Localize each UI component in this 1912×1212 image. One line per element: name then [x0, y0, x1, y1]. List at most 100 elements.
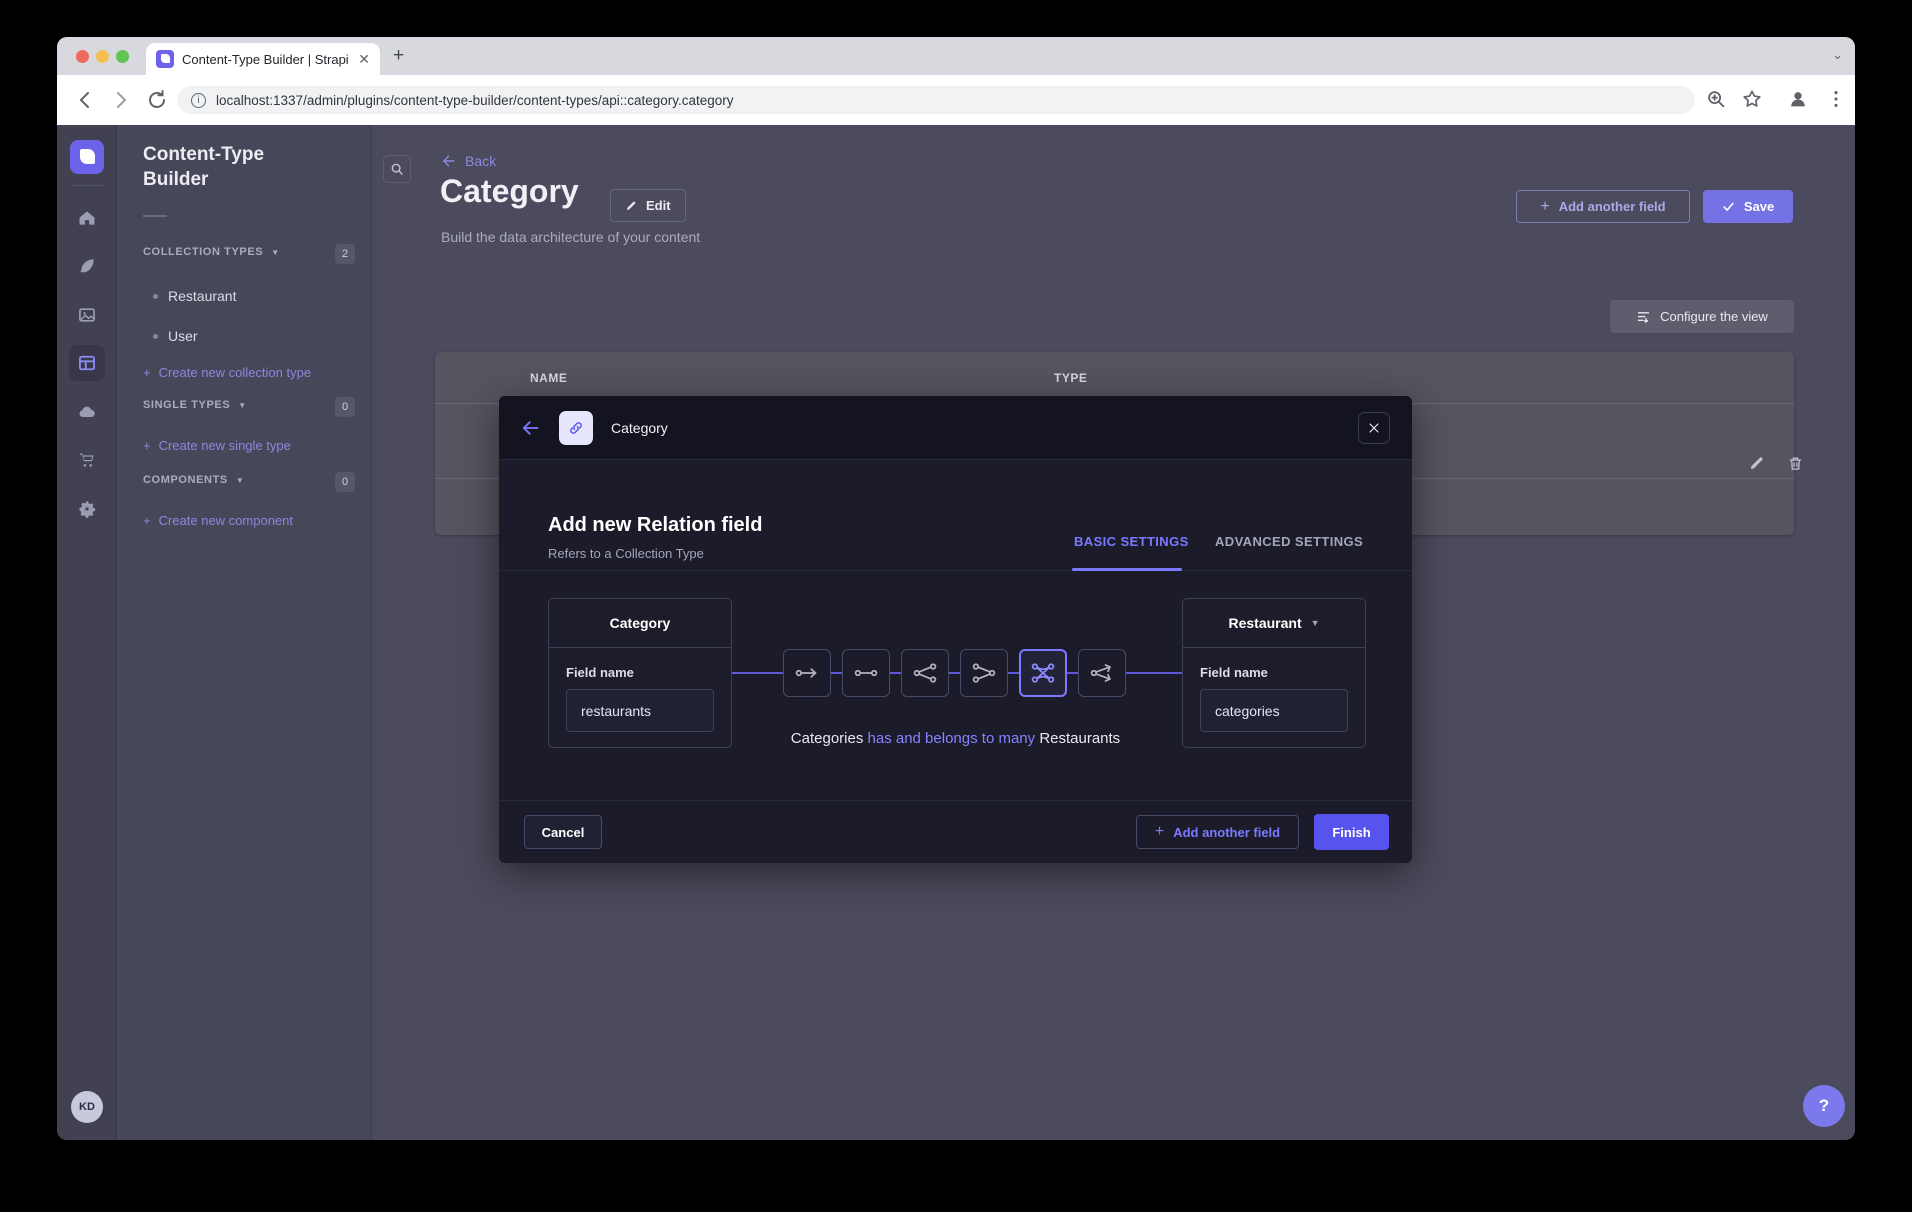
- plus-icon: +: [143, 365, 151, 380]
- section-components[interactable]: COMPONENTS ▼: [143, 474, 244, 486]
- edit-button[interactable]: Edit: [610, 189, 686, 222]
- browser-window: Content-Type Builder | Strapi ✕ + ⌄ i lo…: [57, 37, 1855, 1140]
- list-settings-icon: [1636, 309, 1651, 324]
- rail-divider: [71, 185, 103, 186]
- tab-overview-chevron-icon[interactable]: ⌄: [1832, 47, 1843, 63]
- browser-tab-strip: Content-Type Builder | Strapi ✕ + ⌄: [57, 37, 1855, 75]
- relation-one-way-button[interactable]: [783, 649, 831, 697]
- target-field-name-input[interactable]: [1200, 689, 1348, 732]
- plus-icon: +: [1155, 823, 1164, 841]
- strapi-logo[interactable]: [69, 139, 105, 175]
- add-another-field-button[interactable]: + Add another field: [1516, 190, 1690, 223]
- section-single-types[interactable]: SINGLE TYPES ▼: [143, 399, 247, 411]
- user-avatar[interactable]: KD: [71, 1091, 103, 1123]
- tab-advanced-settings[interactable]: ADVANCED SETTINGS: [1215, 534, 1363, 549]
- delete-field-trash-icon[interactable]: [1787, 455, 1804, 477]
- edit-field-pencil-icon[interactable]: [1748, 455, 1765, 477]
- create-collection-type-link[interactable]: + Create new collection type: [143, 365, 311, 380]
- url-bar[interactable]: i localhost:1337/admin/plugins/content-t…: [177, 86, 1695, 114]
- finish-button[interactable]: Finish: [1314, 814, 1389, 850]
- modal-back-arrow-icon[interactable]: [521, 418, 541, 438]
- profile-avatar-icon[interactable]: [1787, 88, 1809, 115]
- source-field-name-label: Field name: [566, 665, 634, 680]
- modal-subtitle: Refers to a Collection Type: [548, 546, 704, 561]
- relation-many-to-many-button[interactable]: [1019, 649, 1067, 697]
- bullet-icon: [153, 334, 158, 339]
- sidebar-item-user[interactable]: User: [153, 328, 198, 344]
- relation-many-to-one-button[interactable]: [960, 649, 1008, 697]
- relation-one-to-many-button[interactable]: [901, 649, 949, 697]
- relation-sentence: Categories has and belongs to many Resta…: [499, 730, 1412, 747]
- add-relation-modal: Category Add new Relation field Refers t…: [499, 396, 1412, 863]
- reload-icon[interactable]: [145, 88, 169, 112]
- site-info-icon[interactable]: i: [191, 93, 206, 108]
- strapi-admin: KD Content-Type Builder COLLECTION TYPES…: [57, 125, 1855, 1140]
- one-to-many-icon: [912, 660, 938, 686]
- tabs-divider: [499, 570, 1412, 571]
- chevron-down-icon: ▼: [1311, 618, 1320, 628]
- cancel-button[interactable]: Cancel: [524, 815, 602, 849]
- source-collection-card: Category Field name: [548, 598, 732, 748]
- modal-header-title: Category: [611, 420, 668, 436]
- create-single-type-link[interactable]: + Create new single type: [143, 438, 291, 453]
- browser-menu-icon[interactable]: [1825, 88, 1847, 115]
- create-component-link[interactable]: + Create new component: [143, 513, 293, 528]
- one-to-one-icon: [853, 660, 879, 686]
- home-icon[interactable]: [69, 200, 105, 236]
- chevron-down-icon: ▼: [238, 401, 247, 410]
- nav-rail: KD: [57, 125, 117, 1140]
- chevron-down-icon: ▼: [236, 476, 245, 485]
- tab-title: Content-Type Builder | Strapi: [182, 52, 350, 67]
- traffic-light-close-icon[interactable]: [76, 50, 89, 63]
- page-subtitle: Build the data architecture of your cont…: [441, 229, 700, 245]
- back-link[interactable]: Back: [441, 153, 496, 169]
- many-way-icon: [1089, 660, 1115, 686]
- tab-close-icon[interactable]: ✕: [358, 52, 370, 66]
- content-manager-feather-icon[interactable]: [69, 248, 105, 284]
- sidebar-item-restaurant[interactable]: Restaurant: [153, 288, 236, 304]
- plus-icon: +: [1540, 198, 1549, 216]
- back-nav-icon[interactable]: [73, 88, 97, 112]
- browser-toolbar: i localhost:1337/admin/plugins/content-t…: [57, 75, 1855, 125]
- close-icon: [1368, 422, 1380, 434]
- new-tab-button[interactable]: +: [393, 45, 404, 67]
- settings-gear-icon[interactable]: [69, 491, 105, 527]
- chevron-down-icon: ▼: [271, 248, 280, 257]
- traffic-light-minimize-icon[interactable]: [96, 50, 109, 63]
- section-collection-types[interactable]: COLLECTION TYPES ▼: [143, 246, 280, 258]
- page-title: Category: [440, 173, 579, 210]
- target-field-name-label: Field name: [1200, 665, 1268, 680]
- configure-view-button[interactable]: Configure the view: [1610, 300, 1794, 333]
- modal-add-another-field-button[interactable]: + Add another field: [1136, 815, 1299, 849]
- relation-one-to-one-button[interactable]: [842, 649, 890, 697]
- plus-icon: +: [143, 513, 151, 528]
- browser-tab[interactable]: Content-Type Builder | Strapi ✕: [146, 43, 380, 75]
- modal-close-button[interactable]: [1358, 412, 1390, 444]
- sidebar-title-divider: [143, 215, 167, 217]
- single-types-count-badge: 0: [335, 397, 355, 417]
- target-collection-select[interactable]: Restaurant ▼: [1183, 599, 1365, 648]
- zoom-icon[interactable]: [1705, 88, 1727, 115]
- ctb-sidebar: Content-Type Builder COLLECTION TYPES ▼ …: [117, 125, 372, 1140]
- tab-basic-settings[interactable]: BASIC SETTINGS: [1074, 534, 1189, 549]
- source-field-name-input[interactable]: [566, 689, 714, 732]
- plus-icon: +: [143, 438, 151, 453]
- help-button[interactable]: ?: [1803, 1085, 1845, 1127]
- url-text: localhost:1337/admin/plugins/content-typ…: [216, 93, 734, 108]
- marketplace-cart-icon[interactable]: [69, 442, 105, 478]
- arrow-left-icon: [441, 153, 457, 169]
- bullet-icon: [153, 294, 158, 299]
- traffic-light-fullscreen-icon[interactable]: [116, 50, 129, 63]
- forward-nav-icon[interactable]: [109, 88, 133, 112]
- strapi-favicon-icon: [156, 50, 174, 68]
- media-library-icon[interactable]: [69, 297, 105, 333]
- deploy-cloud-icon[interactable]: [69, 394, 105, 430]
- modal-title: Add new Relation field: [548, 514, 762, 537]
- content-type-builder-icon[interactable]: [69, 345, 105, 381]
- source-collection-name: Category: [549, 599, 731, 648]
- save-button[interactable]: Save: [1703, 190, 1793, 223]
- modal-header: Category: [499, 396, 1412, 460]
- relation-many-way-button[interactable]: [1078, 649, 1126, 697]
- bookmark-star-icon[interactable]: [1741, 88, 1763, 115]
- relation-link-icon: [559, 411, 593, 445]
